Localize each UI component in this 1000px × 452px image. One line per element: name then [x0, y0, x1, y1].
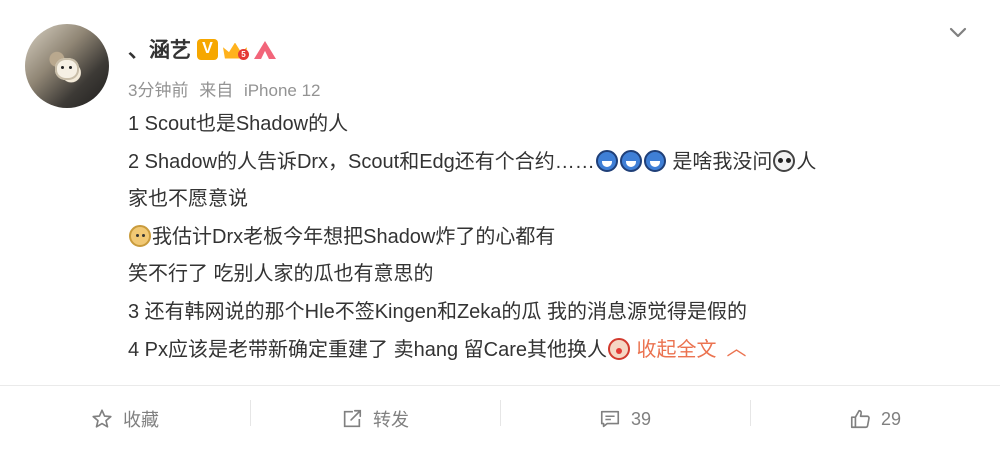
avatar-pet-image	[55, 58, 79, 80]
repost-icon	[343, 409, 362, 428]
chevron-up-icon[interactable]: ︿	[727, 331, 747, 369]
post-content: 1 Scout也是Shadow的人 2 Shadow的人告诉Drx，Scout和…	[128, 106, 978, 370]
doraemon-emoji-icon	[619, 149, 642, 172]
content-line: 我估计Drx老板今年想把Shadow炸了的心都有	[128, 219, 978, 257]
repost-button[interactable]: 转发	[250, 386, 500, 452]
content-line: 1 Scout也是Shadow的人	[128, 113, 349, 135]
content-line: 3 还有韩网说的那个Hle不签Kingen和Zeka的瓜 我的消息源觉得是假的	[128, 300, 747, 323]
author-name[interactable]: 、涵艺	[128, 34, 191, 64]
author-row: 、涵艺 V 5	[128, 34, 276, 64]
doraemon-emoji-icon	[595, 149, 618, 172]
favorite-label[interactable]: 收藏	[123, 406, 159, 432]
comment-count[interactable]: 39	[631, 409, 651, 430]
star-icon	[92, 409, 112, 428]
doge-emoji-icon	[129, 224, 151, 247]
content-line: 家也不愿意说	[128, 188, 248, 210]
content-text: 4 Px应该是老带新确定重建了 卖hang 留Care其他换人	[128, 339, 607, 361]
post-source: iPhone 12	[243, 81, 321, 100]
avatar[interactable]	[25, 24, 109, 108]
thumbs-up-icon	[850, 409, 870, 429]
content-line: 4 Px应该是老带新确定重建了 卖hang 留Care其他换人 收起全文 ︿	[128, 331, 978, 370]
post-meta: 3分钟前 来自 iPhone 12	[128, 76, 321, 101]
collapse-fulltext-link[interactable]: 收起全文 ︿	[637, 338, 747, 361]
vip-v-badge-icon[interactable]: V	[197, 38, 218, 60]
chevron-down-icon[interactable]	[947, 22, 969, 44]
action-bar: 收藏 转发 39 29	[0, 385, 1000, 452]
content-text: 我估计Drx老板今年想把Shadow炸了的心都有	[152, 225, 556, 248]
like-button[interactable]: 29	[750, 386, 1000, 452]
like-count[interactable]: 29	[881, 409, 901, 430]
repost-label[interactable]: 转发	[373, 406, 409, 432]
fan-badge-icon[interactable]	[254, 39, 276, 59]
panda-emoji-icon	[773, 149, 796, 172]
content-text: 是啥我没问	[666, 150, 773, 173]
post-time[interactable]: 3分钟前	[128, 81, 188, 100]
content-line: 笑不行了 吃别人家的瓜也有意思的	[128, 263, 434, 285]
doraemon-emoji-icon	[643, 149, 666, 172]
crown-badge-icon[interactable]: 5	[223, 39, 249, 60]
favorite-button[interactable]: 收藏	[0, 386, 250, 452]
comment-button[interactable]: 39	[500, 386, 750, 452]
collapse-label[interactable]: 收起全文	[637, 339, 717, 361]
source-prefix: 来自	[199, 81, 234, 100]
content-text: 人	[796, 150, 817, 173]
content-line: 2 Shadow的人告诉Drx，Scout和Edg还有个合约…… 是啥我没问人	[128, 144, 978, 182]
comment-icon	[600, 410, 620, 428]
clown-emoji-icon	[607, 338, 630, 360]
content-text: 2 Shadow的人告诉Drx，Scout和Edg还有个合约……	[128, 150, 595, 173]
